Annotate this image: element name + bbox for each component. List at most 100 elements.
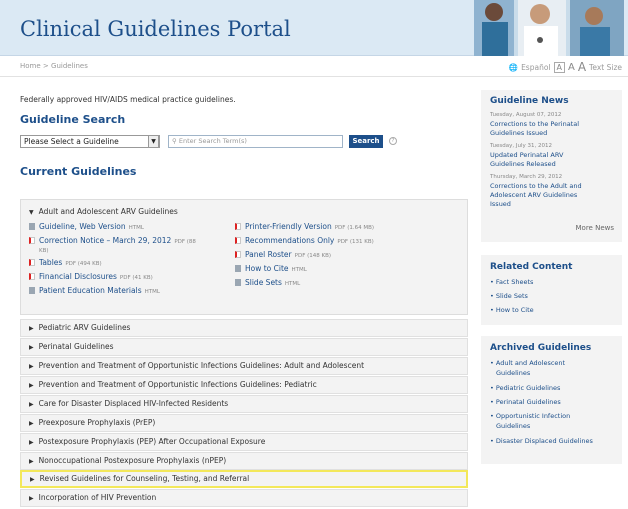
current-guidelines-heading: Current Guidelines [20,165,137,178]
link-slide-sets[interactable]: Slide Sets HTML [235,278,300,287]
related-link-slide-sets[interactable]: Slide Sets [490,291,528,301]
intro-text: Federally approved HIV/AIDS medical prac… [20,95,236,104]
archived-link-disaster[interactable]: Disaster Displaced Guidelines [490,436,593,446]
news-link-line: Corrections to the Perinatal [490,120,580,128]
help-icon[interactable]: ? [389,137,397,145]
link-label: Slide Sets [245,278,282,287]
link-meta: HTML [144,289,160,295]
html-page-icon [235,279,241,286]
more-news-link[interactable]: More News [576,224,615,232]
accordion-row-label: Prevention and Treatment of Opportunisti… [38,361,365,370]
chevron-down-icon[interactable]: ▼ [148,134,159,148]
triangle-right-icon: ▶ [30,476,35,483]
accordion-row-highlighted[interactable]: ▶ Revised Guidelines for Counseling, Test… [20,470,468,488]
link-panel-roster[interactable]: Panel Roster PDF (148 KB) [235,250,331,259]
accordion-row-label: Pediatric ARV Guidelines [38,323,131,332]
accordion-row[interactable]: ▶ Care for Disaster Displaced HIV-Infecte… [20,395,468,413]
search-placeholder: Enter Search Term(s) [178,136,247,145]
pdf-icon [235,223,241,230]
news-date: Tuesday, August 07, 2012 [490,112,562,118]
link-label: Guideline, Web Version [39,222,126,231]
search-row: Please Select a Guideline ▼ ⚲ Enter Sear… [20,134,472,148]
text-size-small-button[interactable]: A [553,61,565,73]
search-input[interactable]: ⚲ Enter Search Term(s) [168,134,343,148]
html-page-icon [29,287,35,294]
news-link-line: Updated Perinatal ARV [490,151,564,159]
text-size-controls: 🌐 Español A A A Text Size [509,60,622,74]
accordion-row-label: Perinatal Guidelines [38,342,114,351]
pdf-icon [235,237,241,244]
news-link-line: Guidelines Released [490,160,556,168]
accordion-adult-adolescent-arv: ▼ Adult and Adolescent ARV Guidelines Gui… [20,199,468,315]
link-patient-education[interactable]: Patient Education Materials HTML [29,286,160,295]
related-link-how-to-cite[interactable]: How to Cite [490,305,534,315]
accordion-row[interactable]: ▶ Pediatric ARV Guidelines [20,319,468,337]
accordion-row[interactable]: ▶ Prevention and Treatment of Opportunist… [20,376,468,394]
text-size-large-button[interactable]: A [578,60,586,74]
link-recommendations-only[interactable]: Recommendations Only PDF (131 KB) [235,236,374,245]
archived-link-pediatric[interactable]: Pediatric Guidelines [490,383,560,393]
breadcrumb-current: Guidelines [51,62,88,70]
accordion-row[interactable]: ▶ Preexposure Prophylaxis (PrEP) [20,414,468,432]
pdf-icon [29,237,35,244]
accordion-row[interactable]: ▶ Postexposure Prophylaxis (PEP) After Oc… [20,433,468,451]
accordion-row-label: Incorporation of HIV Prevention [38,493,157,502]
guideline-select[interactable]: Please Select a Guideline ▼ [20,134,160,148]
accordion-row[interactable]: ▶ Incorporation of HIV Prevention [20,489,468,507]
accordion-row-label: Postexposure Prophylaxis (PEP) After Occ… [38,437,266,446]
related-link-fact-sheets[interactable]: Fact Sheets [490,277,534,287]
archived-guidelines-panel: Archived Guidelines Adult and Adolescent… [481,336,622,464]
html-page-icon [29,223,35,230]
pdf-icon [29,273,35,280]
portal-title[interactable]: Clinical Guidelines Portal [20,17,291,41]
news-date: Thursday, March 29, 2012 [490,174,563,180]
guideline-select-value: Please Select a Guideline [24,136,119,146]
search-button[interactable]: Search [349,134,383,148]
triangle-right-icon: ▶ [29,495,34,502]
link-label: Financial Disclosures [39,272,117,281]
breadcrumb-separator: > [42,62,49,70]
espanol-link[interactable]: Español [521,63,550,72]
link-financial-disclosures[interactable]: Financial Disclosures PDF (41 KB) [29,272,153,281]
triangle-down-icon: ▼ [29,209,34,216]
archived-link-adult-cont[interactable]: Guidelines [496,369,530,378]
triangle-right-icon: ▶ [29,363,34,370]
link-meta: HTML [291,267,307,273]
archived-link-perinatal[interactable]: Perinatal Guidelines [490,397,561,407]
left-link-column: Guideline, Web Version HTML Correction No… [29,222,239,312]
news-link-line: Guidelines Issued [490,129,548,137]
link-meta: PDF (41 KB) [119,275,153,281]
breadcrumb-home-link[interactable]: Home [20,62,41,70]
link-how-to-cite[interactable]: How to Cite HTML [235,264,307,273]
link-label: Panel Roster [245,250,292,259]
link-correction-notice[interactable]: Correction Notice – March 29, 2012 PDF (8… [29,236,196,245]
related-content-panel: Related Content Fact Sheets Slide Sets H… [481,255,622,325]
main-content: Federally approved HIV/AIDS medical prac… [20,95,472,507]
accordion-row-label: Preexposure Prophylaxis (PrEP) [38,418,156,427]
accordion-row[interactable]: ▶ Perinatal Guidelines [20,338,468,356]
accordion-header-expanded[interactable]: ▼ Adult and Adolescent ARV Guidelines [29,207,178,216]
archived-link-adult[interactable]: Adult and Adolescent [490,358,565,368]
accordion-row[interactable]: ▶ Nonoccupational Postexposure Prophylaxi… [20,452,468,470]
triangle-right-icon: ▶ [29,325,34,332]
link-printer-friendly[interactable]: Printer-Friendly Version PDF (1.64 MB) [235,222,374,231]
triangle-right-icon: ▶ [29,382,34,389]
accordion-row[interactable]: ▶ Prevention and Treatment of Opportunist… [20,357,468,375]
guideline-news-panel: Guideline News Tuesday, August 07, 2012 … [481,90,622,242]
accordion-row-label: Care for Disaster Displaced HIV-Infected… [38,399,229,408]
link-meta: PDF (1.64 MB) [334,225,375,231]
link-meta: PDF (88 [174,239,196,245]
pdf-icon [235,251,241,258]
link-label: Tables [39,258,63,267]
accordion-row-label: Revised Guidelines for Counseling, Testi… [39,474,250,483]
breadcrumb: Home > Guidelines [20,62,88,70]
link-tables[interactable]: Tables PDF (494 KB) [29,258,102,267]
news-link[interactable]: Corrections to the Adult and Adolescent … [490,182,582,209]
link-guideline-web-version[interactable]: Guideline, Web Version HTML [29,222,144,231]
link-label: How to Cite [245,264,289,273]
archived-link-oi-cont[interactable]: Guidelines [496,422,530,431]
news-link[interactable]: Updated Perinatal ARV Guidelines Release… [490,151,563,169]
archived-link-oi[interactable]: Opportunistic Infection [490,411,570,421]
news-link[interactable]: Corrections to the Perinatal Guidelines … [490,120,579,138]
text-size-medium-button[interactable]: A [568,62,575,73]
